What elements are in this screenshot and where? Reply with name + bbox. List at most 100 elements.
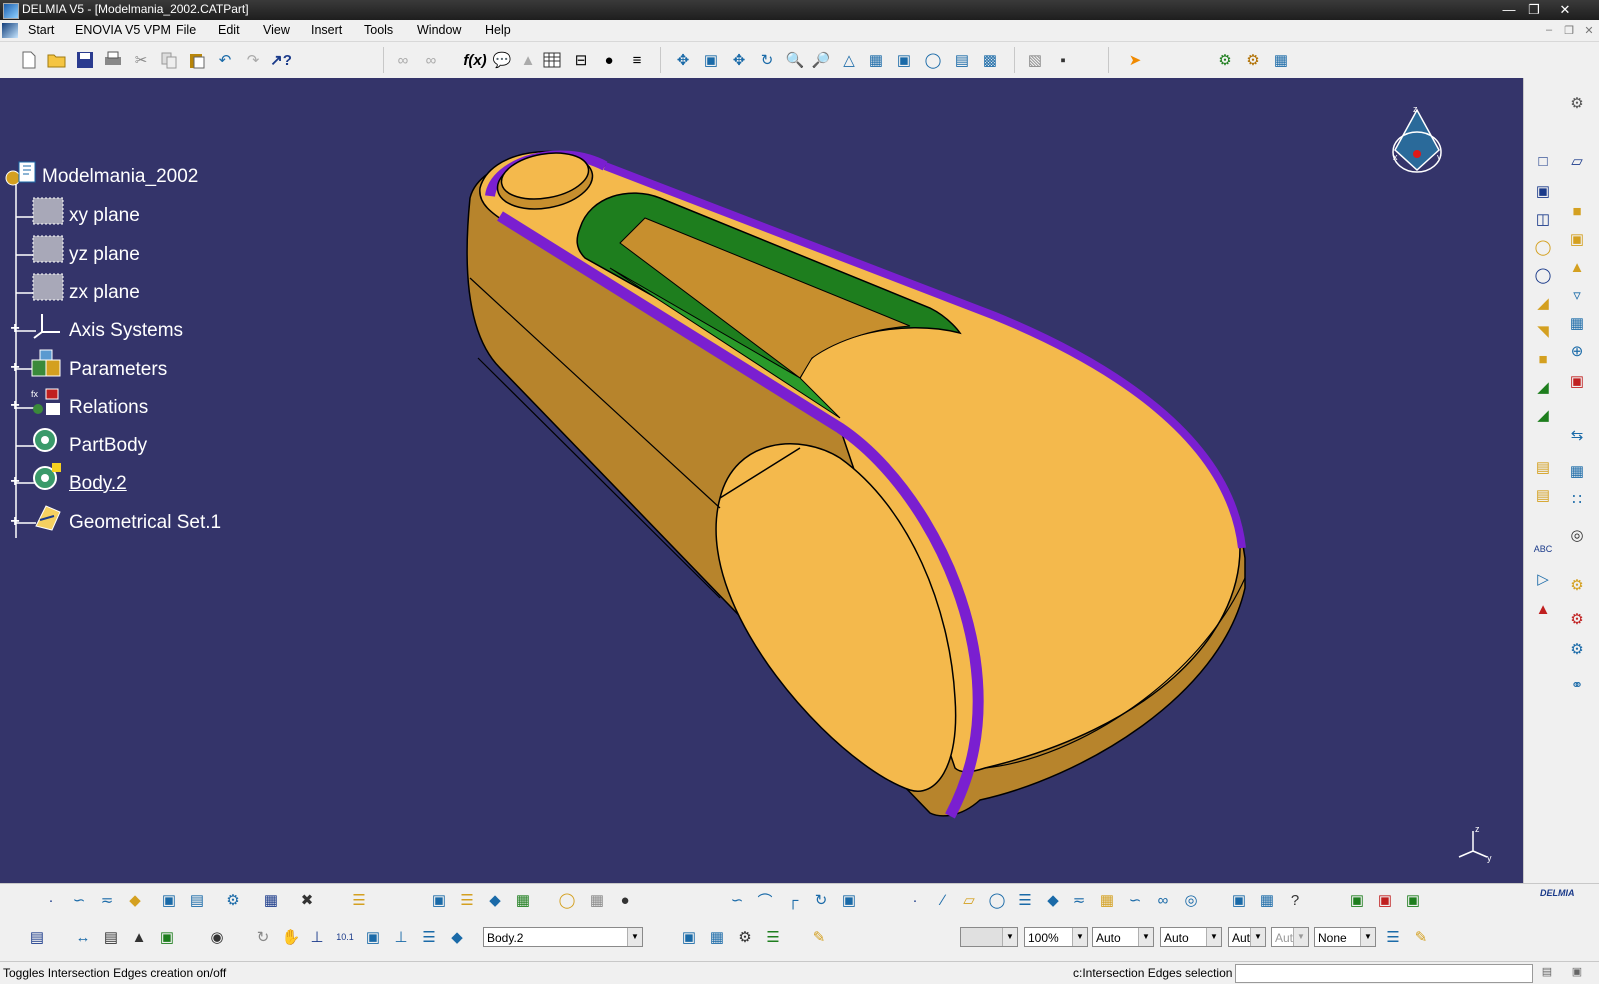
layer-select[interactable]: None ▼ — [1314, 927, 1376, 947]
scaling-icon[interactable]: ▤ — [1532, 484, 1554, 506]
print-icon[interactable] — [102, 49, 124, 71]
tree-item-body2[interactable]: Body.2 — [69, 473, 127, 495]
part-design-icon[interactable]: ⚙ — [1566, 608, 1588, 630]
render-icon[interactable]: ▣ — [1374, 889, 1396, 911]
arc-icon[interactable]: ⌒ — [754, 889, 776, 911]
blend-icon[interactable]: ▣ — [838, 889, 860, 911]
frame-icon[interactable]: ⊥ — [390, 926, 412, 948]
zoom-out-icon[interactable]: 🔎 — [810, 49, 832, 71]
gear-tool-icon[interactable]: ⚙ — [734, 926, 756, 948]
pad-icon[interactable]: ■ — [1566, 200, 1588, 222]
painter-icon[interactable]: ✎ — [1410, 926, 1432, 948]
curve-icon[interactable]: ∽ — [68, 889, 90, 911]
tree-icon[interactable]: ⊟ — [570, 49, 592, 71]
apply-material-icon[interactable]: ⚙ — [1566, 574, 1588, 596]
mirror-icon[interactable]: ▤ — [1532, 456, 1554, 478]
offset-icon[interactable]: ◆ — [1042, 889, 1064, 911]
sketch-positioned-icon[interactable]: ▱ — [1566, 150, 1588, 172]
line-type-select[interactable]: Auto ▼ — [1092, 927, 1154, 947]
shell-icon[interactable]: ⊕ — [1566, 340, 1588, 362]
annotation-icon[interactable]: ABC — [1532, 538, 1554, 560]
select-icon[interactable]: ➤ — [1124, 49, 1146, 71]
helix-icon[interactable]: ∞ — [1152, 889, 1174, 911]
sphere-icon[interactable]: ● — [614, 889, 636, 911]
dot-pattern-icon[interactable]: ∷ — [1566, 488, 1588, 510]
menu-insert[interactable]: Insert — [311, 23, 342, 37]
command-options-icon[interactable]: ▤ — [1538, 962, 1556, 980]
menu-file[interactable]: File — [176, 23, 196, 37]
knowledge-icon[interactable]: ▲ — [517, 49, 539, 71]
layer-icon[interactable]: ☰ — [348, 889, 370, 911]
list-icon[interactable]: ≡ — [626, 49, 648, 71]
text-note-icon[interactable]: ▲ — [1532, 598, 1554, 620]
cube-icon[interactable]: ▣ — [158, 889, 180, 911]
box-3d-icon[interactable]: ▣ — [156, 926, 178, 948]
sketch-icon[interactable]: □ — [1532, 150, 1554, 172]
slot-icon[interactable]: ▿ — [1566, 284, 1588, 306]
point-tool-icon[interactable]: · — [904, 889, 926, 911]
transform-icon[interactable]: ⚙ — [222, 889, 244, 911]
comment-icon[interactable]: 💬 — [491, 49, 513, 71]
corner-icon[interactable]: ┌ — [782, 889, 804, 911]
tree-item-zx-plane[interactable]: zx plane — [69, 282, 140, 304]
menu-edit[interactable]: Edit — [218, 23, 240, 37]
lock-icon[interactable]: ▲ — [128, 926, 150, 948]
close-button[interactable]: ✕ — [1550, 1, 1580, 18]
photo-icon[interactable]: ▣ — [1402, 889, 1424, 911]
compass-widget[interactable]: z x y — [1387, 102, 1447, 178]
expand-axis-icon[interactable]: + — [9, 321, 21, 337]
catalog-browser-icon[interactable]: ▧ — [1024, 49, 1046, 71]
command-close-icon[interactable]: ▣ — [1568, 962, 1586, 980]
simulation-icon[interactable]: ▣ — [1346, 889, 1368, 911]
paste-icon[interactable] — [186, 49, 208, 71]
thickness-icon[interactable]: ■ — [1532, 348, 1554, 370]
axis-tool-icon[interactable]: ⊥ — [306, 926, 328, 948]
cylinder-tool-icon[interactable]: ▣ — [362, 926, 384, 948]
fit-all-icon[interactable]: ▣ — [700, 49, 722, 71]
analysis-grid-icon[interactable]: ▦ — [1256, 889, 1278, 911]
expand-body2-icon[interactable]: + — [9, 474, 21, 490]
draft-icon[interactable]: ◥ — [1532, 320, 1554, 342]
current-body-select[interactable]: Body.2 ▼ — [483, 927, 643, 947]
render-style-icon[interactable]: ◯ — [922, 49, 944, 71]
surface-icon[interactable]: ≂ — [96, 889, 118, 911]
settings-gear-icon[interactable]: ⚙ — [1566, 92, 1588, 114]
tools-icon[interactable]: ✖ — [296, 889, 318, 911]
exit-sketch-icon[interactable]: ▣ — [1532, 180, 1554, 202]
thick-surface-icon[interactable]: ◢ — [1532, 404, 1554, 426]
part-model[interactable] — [0, 78, 1523, 883]
iso-view-icon[interactable]: ▣ — [893, 49, 915, 71]
measure-icon[interactable]: ◎ — [1566, 524, 1588, 546]
catalog-icon[interactable]: ● — [598, 49, 620, 71]
cut-view-icon[interactable]: ▤ — [100, 926, 122, 948]
query-icon[interactable]: ? — [1284, 889, 1306, 911]
grid-icon[interactable]: ▦ — [260, 889, 282, 911]
doc-minimize-button[interactable]: – — [1541, 24, 1557, 38]
connect-icon[interactable]: ⚭ — [1566, 674, 1588, 696]
flag-note-icon[interactable]: ▷ — [1532, 568, 1554, 590]
plane-tool-icon[interactable]: ◆ — [124, 889, 146, 911]
tree-item-yz-plane[interactable]: yz plane — [69, 244, 140, 266]
rib-icon[interactable]: ◯ — [1532, 264, 1554, 286]
binary-icon[interactable]: 10.1 — [334, 926, 356, 948]
groove-icon[interactable]: ◯ — [1532, 236, 1554, 258]
fillet-icon[interactable]: ◢ — [1532, 292, 1554, 314]
properties-icon[interactable]: ☰ — [1382, 926, 1404, 948]
zoom-in-icon[interactable]: 🔍 — [784, 49, 806, 71]
brush-icon[interactable]: ✎ — [808, 926, 830, 948]
tree-item-xy-plane[interactable]: xy plane — [69, 205, 140, 227]
line-icon[interactable]: ∕ — [932, 889, 954, 911]
params-icon[interactable]: ▦ — [1270, 49, 1292, 71]
new-icon[interactable] — [18, 49, 40, 71]
body-selector-icon[interactable]: ◆ — [446, 926, 468, 948]
expand-parameters-icon[interactable]: + — [9, 360, 21, 376]
pan-icon[interactable]: ✥ — [728, 49, 750, 71]
map-icon[interactable]: ▦ — [706, 926, 728, 948]
copy-icon[interactable] — [158, 49, 180, 71]
whats-this-icon[interactable]: ↗? — [270, 49, 292, 71]
undo-icon[interactable]: ↶ — [214, 49, 236, 71]
hide-show-icon[interactable]: ▤ — [951, 49, 973, 71]
chamfer-icon[interactable]: ▦ — [1566, 312, 1588, 334]
eraser-icon[interactable]: ◆ — [484, 889, 506, 911]
analysis-icon[interactable]: ⚙ — [1242, 49, 1264, 71]
